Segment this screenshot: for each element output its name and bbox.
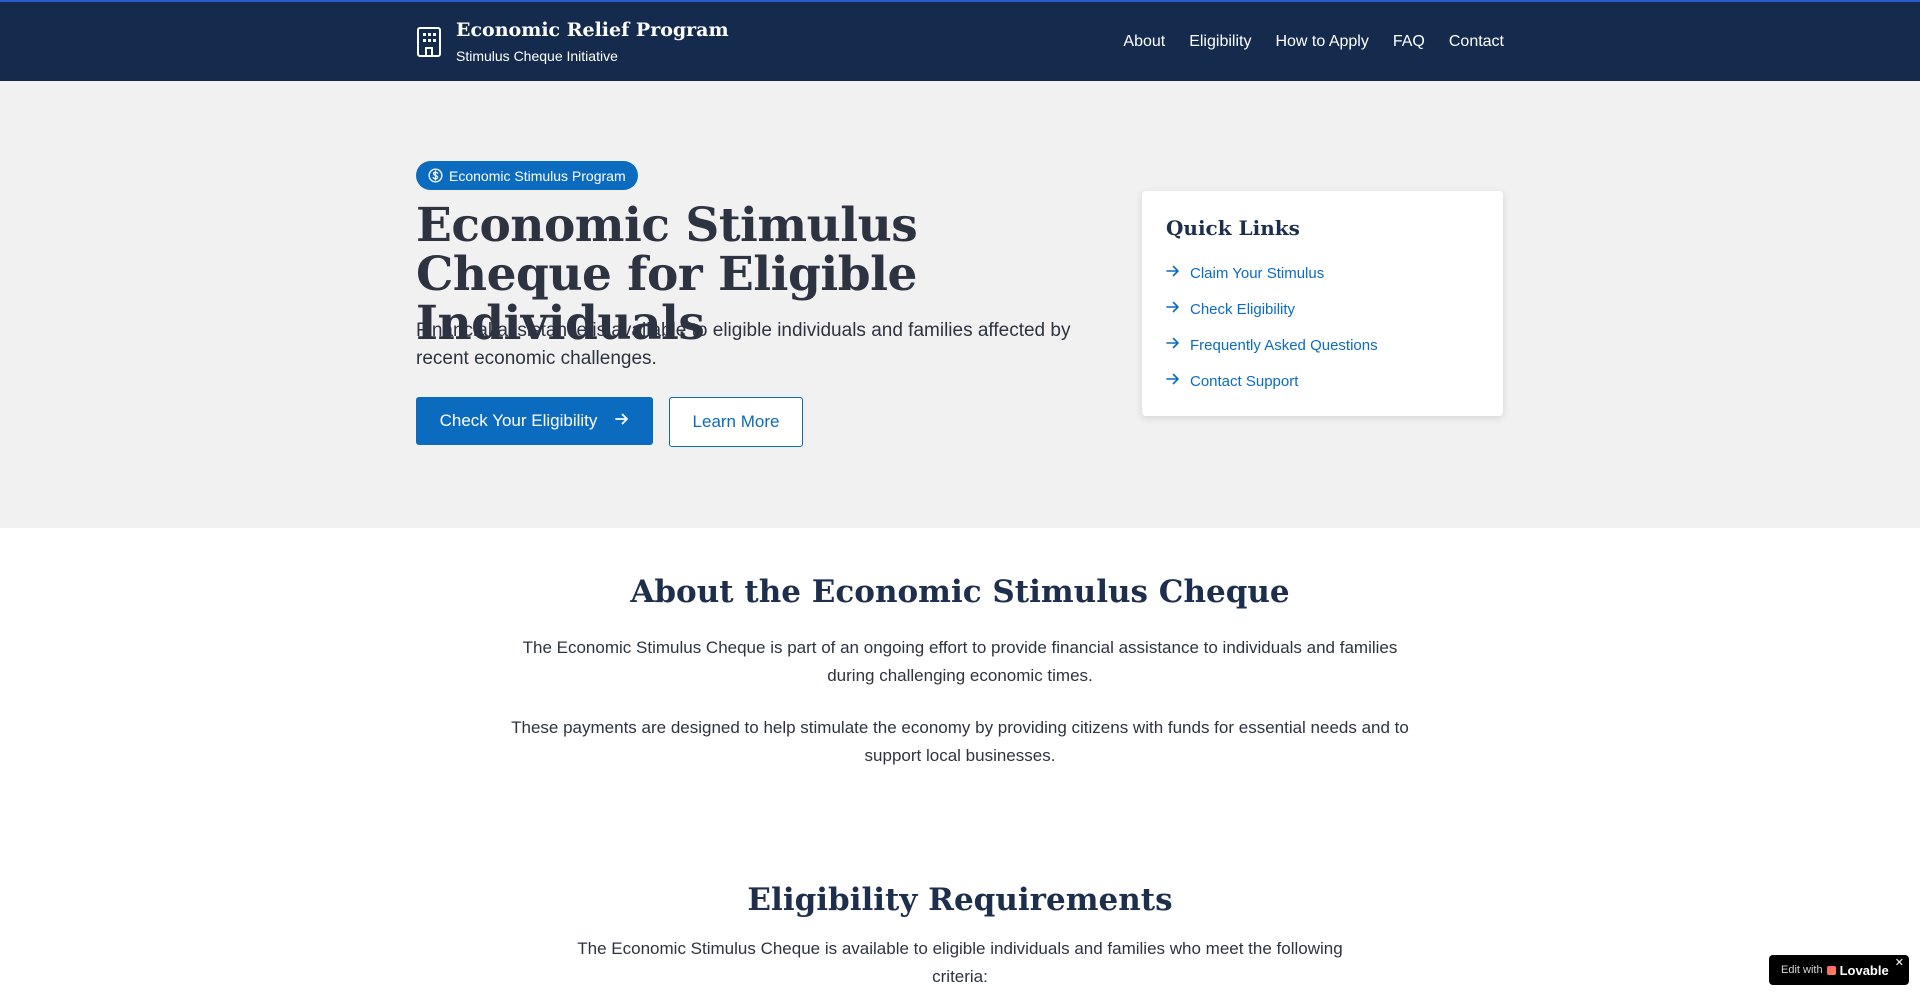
quick-links-list: Claim Your Stimulus Check Eligibility Fr… [1166, 255, 1479, 399]
hero-section: Economic Stimulus Program Economic Stimu… [0, 81, 1920, 528]
quick-link-eligibility[interactable]: Check Eligibility [1166, 291, 1479, 327]
lovable-prefix: Edit with [1781, 964, 1823, 976]
arrow-right-icon [1166, 372, 1180, 390]
quick-link-label: Check Eligibility [1190, 300, 1296, 318]
close-icon[interactable]: ✕ [1895, 956, 1904, 969]
header-inner: Economic Relief Program Stimulus Cheque … [416, 2, 1504, 81]
brand-title: Economic Relief Program [456, 18, 729, 41]
hero-description: Financial assistance is available to eli… [416, 320, 1071, 369]
nav-about[interactable]: About [1123, 33, 1165, 51]
nav-eligibility[interactable]: Eligibility [1189, 33, 1251, 51]
check-eligibility-button[interactable]: Check Your Eligibility [416, 397, 653, 445]
check-eligibility-label: Check Your Eligibility [439, 411, 598, 430]
eligibility-title: Eligibility Requirements [747, 882, 1173, 918]
main-nav: About Eligibility How to Apply FAQ Conta… [1123, 33, 1504, 51]
building-icon [416, 26, 442, 58]
quick-link-claim[interactable]: Claim Your Stimulus [1166, 255, 1479, 291]
arrow-right-icon [1166, 336, 1180, 354]
dollar-circle-icon [428, 168, 443, 183]
program-badge-label: Economic Stimulus Program [449, 167, 626, 184]
quick-link-label: Frequently Asked Questions [1190, 336, 1378, 354]
quick-link-label: Claim Your Stimulus [1190, 264, 1325, 282]
brand-subtitle: Stimulus Cheque Initiative [456, 47, 618, 64]
quick-link-contact[interactable]: Contact Support [1166, 363, 1479, 399]
edit-with-lovable-badge[interactable]: Edit with Lovable ✕ [1769, 955, 1909, 985]
quick-link-faq[interactable]: Frequently Asked Questions [1166, 327, 1479, 363]
nav-faq[interactable]: FAQ [1393, 33, 1425, 51]
eligibility-intro: The Economic Stimulus Cheque is availabl… [577, 939, 1343, 986]
arrow-right-icon [1166, 264, 1180, 282]
about-paragraph-2: These payments are designed to help stim… [511, 718, 1409, 765]
quick-link-label: Contact Support [1190, 372, 1299, 390]
about-paragraph-1: The Economic Stimulus Cheque is part of … [522, 638, 1398, 685]
lovable-heart-icon [1826, 965, 1836, 975]
brand[interactable]: Economic Relief Program Stimulus Cheque … [416, 18, 729, 66]
program-badge: Economic Stimulus Program [416, 161, 638, 190]
arrow-right-icon [1166, 300, 1180, 318]
lovable-brand: Lovable [1839, 962, 1889, 978]
learn-more-button[interactable]: Learn More [669, 397, 803, 447]
nav-contact[interactable]: Contact [1449, 33, 1504, 51]
about-title: About the Economic Stimulus Cheque [630, 574, 1290, 610]
arrow-right-icon [615, 411, 629, 431]
quick-links-title: Quick Links [1166, 216, 1300, 240]
quick-links-card: Quick Links Claim Your Stimulus Check El… [1142, 191, 1503, 416]
brand-text: Economic Relief Program Stimulus Cheque … [456, 18, 729, 66]
nav-how-to-apply[interactable]: How to Apply [1275, 33, 1368, 51]
site-header: Economic Relief Program Stimulus Cheque … [0, 0, 1920, 81]
